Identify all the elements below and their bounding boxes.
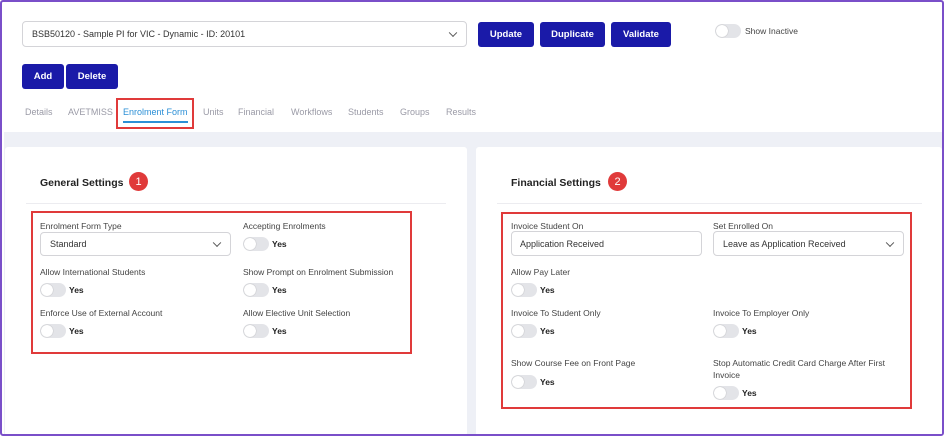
enforce-external-label: Enforce Use of External Account: [40, 308, 163, 318]
enforce-external-yes: Yes: [69, 326, 84, 336]
invoice-to-employer-toggle[interactable]: [713, 324, 739, 338]
chevron-down-icon: [448, 28, 458, 38]
invoice-to-employer-yes: Yes: [742, 326, 757, 336]
chevron-down-icon: [212, 238, 222, 248]
tab-highlight-box: [116, 98, 194, 129]
allow-pay-later-yes: Yes: [540, 285, 555, 295]
tab-workflows[interactable]: Workflows: [291, 107, 332, 117]
set-enrolled-on-label: Set Enrolled On: [713, 221, 774, 231]
accepting-enrolments-yes: Yes: [272, 239, 287, 249]
general-divider: [26, 203, 446, 204]
show-prompt-yes: Yes: [272, 285, 287, 295]
tab-details[interactable]: Details: [25, 107, 53, 117]
enforce-external-toggle[interactable]: [40, 324, 66, 338]
invoice-to-student-yes: Yes: [540, 326, 555, 336]
set-enrolled-on-value: Leave as Application Received: [723, 238, 846, 249]
tab-groups[interactable]: Groups: [400, 107, 430, 117]
chevron-down-icon: [885, 238, 895, 247]
accepting-enrolments-toggle[interactable]: [243, 237, 269, 251]
tab-units[interactable]: Units: [203, 107, 224, 117]
allow-elective-toggle[interactable]: [243, 324, 269, 338]
invoice-student-on-label: Invoice Student On: [511, 221, 584, 231]
allow-international-yes: Yes: [69, 285, 84, 295]
general-settings-title: General Settings: [40, 177, 124, 189]
tab-financial[interactable]: Financial: [238, 107, 274, 117]
show-course-fee-label: Show Course Fee on Front Page: [511, 358, 636, 368]
add-button[interactable]: Add: [22, 64, 64, 89]
show-inactive-toggle[interactable]: [715, 24, 741, 38]
update-button[interactable]: Update: [478, 22, 534, 47]
show-course-fee-yes: Yes: [540, 377, 555, 387]
show-prompt-toggle[interactable]: [243, 283, 269, 297]
course-select[interactable]: BSB50120 - Sample PI for VIC - Dynamic -…: [22, 21, 467, 47]
validate-button[interactable]: Validate: [611, 22, 671, 47]
show-inactive-label: Show Inactive: [745, 26, 798, 36]
accepting-enrolments-label: Accepting Enrolments: [243, 221, 326, 231]
allow-pay-later-label: Allow Pay Later: [511, 267, 571, 277]
enrolment-form-type-value: Standard: [50, 239, 87, 249]
delete-button[interactable]: Delete: [66, 64, 118, 89]
show-course-fee-toggle[interactable]: [511, 375, 537, 389]
stop-auto-charge-yes: Yes: [742, 388, 757, 398]
duplicate-button[interactable]: Duplicate: [540, 22, 605, 47]
tab-avetmiss[interactable]: AVETMISS: [68, 107, 113, 117]
tab-results[interactable]: Results: [446, 107, 476, 117]
tab-students[interactable]: Students: [348, 107, 384, 117]
enrolment-form-type-label: Enrolment Form Type: [40, 221, 122, 231]
allow-international-toggle[interactable]: [40, 283, 66, 297]
invoice-student-on-field[interactable]: Application Received: [511, 231, 702, 256]
allow-elective-yes: Yes: [272, 326, 287, 336]
invoice-student-on-value: Application Received: [520, 238, 605, 249]
allow-elective-label: Allow Elective Unit Selection: [243, 308, 351, 318]
financial-divider: [497, 203, 922, 204]
enrolment-form-type-select[interactable]: Standard: [40, 232, 231, 256]
step-badge-2: 2: [608, 172, 627, 191]
allow-international-label: Allow International Students: [40, 267, 146, 277]
invoice-to-student-toggle[interactable]: [511, 324, 537, 338]
invoice-to-employer-label: Invoice To Employer Only: [713, 308, 810, 318]
app-frame: BSB50120 - Sample PI for VIC - Dynamic -…: [0, 0, 944, 436]
financial-settings-title: Financial Settings: [511, 177, 601, 189]
invoice-to-student-label: Invoice To Student Only: [511, 308, 601, 318]
set-enrolled-on-select[interactable]: Leave as Application Received: [713, 231, 904, 256]
stop-auto-charge-label-line2: Invoice: [713, 370, 740, 380]
stop-auto-charge-label-line1: Stop Automatic Credit Card Charge After …: [713, 358, 885, 368]
course-select-value: BSB50120 - Sample PI for VIC - Dynamic -…: [32, 29, 246, 39]
stop-auto-charge-toggle[interactable]: [713, 386, 739, 400]
step-badge-1: 1: [129, 172, 148, 191]
allow-pay-later-toggle[interactable]: [511, 283, 537, 297]
show-prompt-label: Show Prompt on Enrolment Submission: [243, 267, 394, 277]
